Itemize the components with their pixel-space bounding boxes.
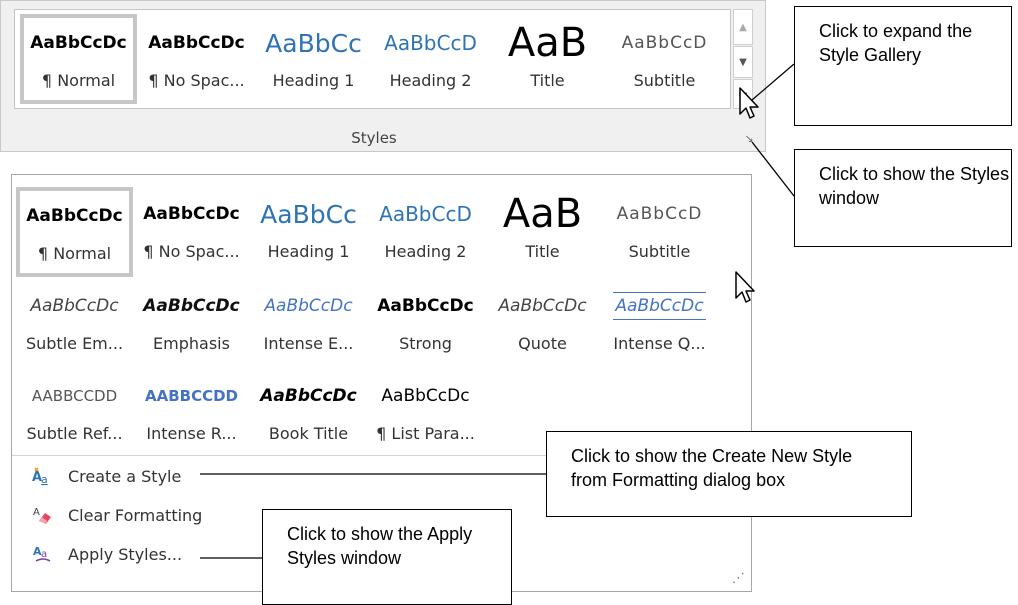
style-sample: AaBbCcDc — [30, 296, 119, 316]
apply-styles-button[interactable]: Aa Apply Styles... — [32, 541, 182, 567]
style-heading-1[interactable]: AaBbCc Heading 1 — [255, 18, 372, 94]
style-subtitle[interactable]: AaBbCcD Subtitle — [601, 189, 718, 265]
gallery-scroll-up-button[interactable]: ▲ — [733, 9, 753, 45]
style-sample: AaBbCc — [260, 199, 357, 229]
style-name: Quote — [518, 334, 567, 353]
style-sample: AaBbCcD — [616, 204, 703, 224]
clear-formatting-button[interactable]: A Clear Formatting — [32, 502, 202, 528]
style-sample: AaBbCcDc — [377, 296, 474, 316]
style-sample: AaBbCcDc — [613, 292, 706, 320]
eraser-icon: A — [32, 504, 54, 526]
style-name: Title — [530, 71, 565, 90]
style-no-spacing[interactable]: AaBbCcDc ¶ No Spac... — [138, 18, 255, 94]
callout-expand-gallery: Click to expand the Style Gallery — [794, 6, 1012, 126]
style-name: Intense R... — [146, 424, 237, 443]
style-sample: AaBbCcD — [384, 31, 477, 55]
callout-create-style: Click to show the Create New Style from … — [546, 431, 912, 517]
styles-group-label: Styles — [351, 129, 397, 147]
dialog-launcher-icon: ↘ — [744, 132, 754, 145]
create-a-style-label: Create a Style — [68, 466, 182, 486]
style-sample: AaBbCcDc — [30, 33, 127, 53]
style-name: Title — [525, 242, 560, 261]
svg-text:A: A — [33, 507, 40, 518]
style-sample: AaBbCcDc — [260, 386, 357, 406]
style-name: ¶ No Spac... — [148, 71, 245, 90]
styles-group: AaBbCcDc ¶ Normal AaBbCcDc ¶ No Spac... … — [0, 0, 766, 152]
style-subtle-emphasis[interactable]: AaBbCcDc Subtle Em... — [16, 281, 133, 357]
style-sample: AaBbCcDc — [143, 204, 240, 224]
style-heading-1[interactable]: AaBbCc Heading 1 — [250, 189, 367, 265]
style-name: ¶ List Para... — [376, 424, 475, 443]
styles-dialog-launcher[interactable]: ↘ — [742, 132, 756, 146]
style-sample: AaBbCcDc — [264, 296, 353, 316]
resize-grip[interactable]: ⋰ — [732, 571, 745, 586]
style-name: Intense Q... — [613, 334, 706, 353]
style-name: ¶ No Spac... — [143, 242, 240, 261]
style-sample: AaBbCcD — [621, 33, 708, 53]
mouse-cursor-icon — [735, 271, 755, 303]
style-name: Book Title — [268, 424, 349, 443]
style-no-spacing[interactable]: AaBbCcDc ¶ No Spac... — [133, 189, 250, 265]
style-name: Subtitle — [633, 71, 696, 90]
chevron-up-icon: ▲ — [739, 22, 747, 33]
style-sample: AaBbCcDc — [381, 386, 470, 406]
style-name: ¶ Normal — [41, 71, 116, 90]
style-normal[interactable]: AaBbCcDc ¶ Normal — [16, 187, 133, 277]
style-strong[interactable]: AaBbCcDc Strong — [367, 281, 484, 357]
clear-formatting-label: Clear Formatting — [68, 505, 203, 525]
style-sample: AaBbCcDc — [143, 296, 240, 316]
svg-text:a: a — [41, 473, 48, 486]
style-sample: AaBbCc — [265, 28, 362, 58]
style-name: Strong — [399, 334, 452, 353]
style-title[interactable]: AaB Title — [489, 18, 606, 94]
style-name: Heading 2 — [389, 71, 472, 90]
style-name: Heading 2 — [384, 242, 467, 261]
style-book-title[interactable]: AaBbCcDc Book Title — [250, 371, 367, 447]
style-emphasis[interactable]: AaBbCcDc Emphasis — [133, 281, 250, 357]
create-a-style-button[interactable]: Aa Create a Style — [32, 463, 181, 489]
style-name: Heading 1 — [267, 242, 350, 261]
style-name: Emphasis — [153, 334, 230, 353]
callout-apply-styles: Click to show the Apply Styles window — [262, 509, 512, 605]
style-name: Heading 1 — [272, 71, 355, 90]
style-name: Subtle Ref... — [26, 424, 123, 443]
style-sample: AaB — [502, 191, 583, 237]
style-heading-2[interactable]: AaBbCcD Heading 2 — [367, 189, 484, 265]
style-sample: AaBbCcDc — [26, 206, 123, 226]
style-title[interactable]: AaB Title — [484, 189, 601, 265]
style-name: Subtle Em... — [25, 334, 124, 353]
new-style-icon: Aa — [32, 465, 54, 487]
style-sample: AaBbCcD — [379, 202, 472, 226]
style-subtitle[interactable]: AaBbCcD Subtitle — [606, 18, 723, 94]
style-name: Intense E... — [263, 334, 354, 353]
style-intense-emphasis[interactable]: AaBbCcDc Intense E... — [250, 281, 367, 357]
style-quote[interactable]: AaBbCcDc Quote — [484, 281, 601, 357]
style-subtle-reference[interactable]: AABBCCDD Subtle Ref... — [16, 371, 133, 447]
style-intense-reference[interactable]: AABBCCDD Intense R... — [133, 371, 250, 447]
style-name: Subtitle — [628, 242, 691, 261]
apply-styles-icon: Aa — [32, 543, 54, 565]
mouse-cursor-icon — [739, 87, 759, 119]
callout-styles-window: Click to show the Styles window — [794, 149, 1012, 247]
chevron-down-icon: ▼ — [739, 57, 747, 68]
style-sample: AaBbCcDc — [498, 296, 587, 316]
style-sample: AABBCCDD — [144, 387, 238, 405]
style-gallery: AaBbCcDc ¶ Normal AaBbCcDc ¶ No Spac... … — [14, 9, 731, 109]
style-heading-2[interactable]: AaBbCcD Heading 2 — [372, 18, 489, 94]
style-sample: AABBCCDD — [31, 387, 118, 405]
style-sample: AaBbCcDc — [148, 33, 245, 53]
style-sample: AaB — [507, 20, 588, 66]
style-list-paragraph[interactable]: AaBbCcDc ¶ List Para... — [367, 371, 484, 447]
style-normal[interactable]: AaBbCcDc ¶ Normal — [20, 14, 137, 104]
style-intense-quote[interactable]: AaBbCcDc Intense Q... — [601, 281, 718, 357]
apply-styles-label: Apply Styles... — [68, 544, 183, 564]
style-name: ¶ Normal — [37, 244, 112, 263]
gallery-scroll-down-button[interactable]: ▼ — [733, 46, 753, 78]
